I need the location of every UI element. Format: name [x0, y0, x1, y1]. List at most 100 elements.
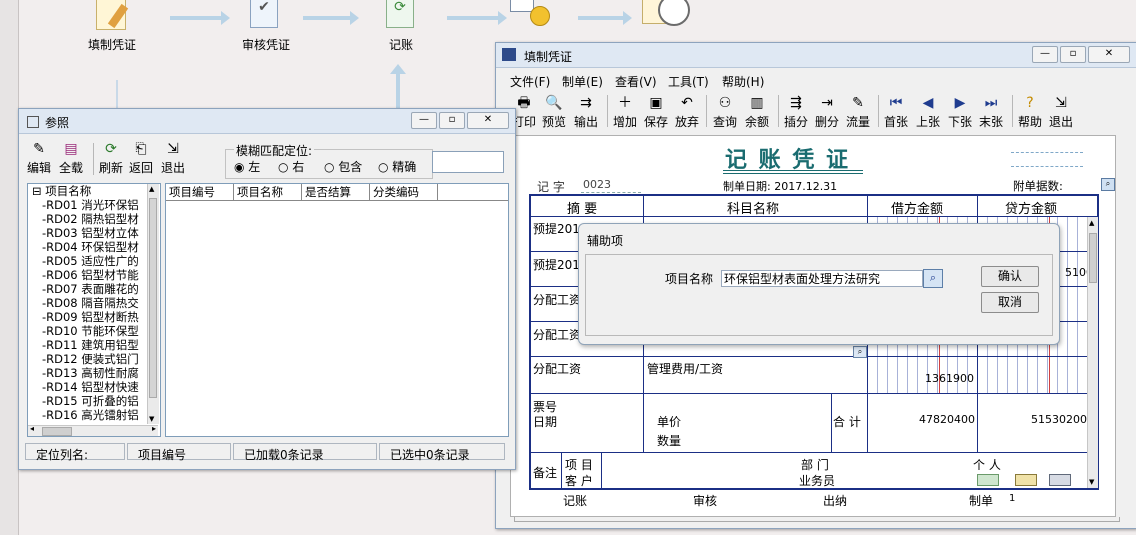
note-icon[interactable]: [977, 474, 999, 486]
tree-item[interactable]: -RD03 铝型材立体: [28, 226, 160, 240]
tree-item[interactable]: -RD04 环保铝型材: [28, 240, 160, 254]
voucher-date[interactable]: 制单日期: 2017.12.31: [723, 178, 837, 194]
query-button[interactable]: ⚇ 查询: [713, 95, 737, 130]
tree-item[interactable]: -RD10 节能环保型: [28, 324, 160, 338]
scroll-up-icon[interactable]: ▲: [1089, 219, 1094, 227]
row5-debit[interactable]: 1361900: [925, 372, 974, 385]
card-icon[interactable]: [1015, 474, 1037, 486]
menu-tools[interactable]: 工具(T): [668, 73, 709, 90]
radio-left[interactable]: ◉ 左: [234, 158, 260, 175]
row5-account[interactable]: 管理费用/工资: [647, 360, 723, 377]
post-ledger-icon: ⟳: [386, 0, 414, 28]
delete-line-button[interactable]: ⇥ 删分: [815, 95, 839, 130]
tree-item[interactable]: -RD14 铝型材快速: [28, 380, 160, 394]
tree-item[interactable]: -RD12 便装式铝门: [28, 352, 160, 366]
voucher-number[interactable]: 0023: [583, 178, 611, 191]
ref-loadall-button[interactable]: ▤ 全载: [59, 141, 83, 176]
last-record-button[interactable]: ⏭ 末张: [979, 95, 1003, 130]
menu-file[interactable]: 文件(F): [510, 73, 550, 90]
ref-refresh-button[interactable]: ⟳ 刷新: [99, 141, 123, 176]
menu-help[interactable]: 帮助(H): [722, 73, 764, 90]
add-doc-icon: ＋: [618, 95, 632, 111]
tree-item[interactable]: -RD06 铝型材节能: [28, 268, 160, 282]
grid-icon[interactable]: [1049, 474, 1071, 486]
confirm-button[interactable]: 确认: [981, 266, 1039, 287]
menu-view[interactable]: 查看(V): [615, 73, 657, 90]
project-lookup-icon[interactable]: ⌕: [923, 269, 943, 288]
save-button[interactable]: ▣ 保存: [644, 95, 668, 130]
refresh-icon: ⟳: [105, 141, 117, 157]
cashflow-button[interactable]: ✎ 流量: [846, 95, 870, 130]
tree-root[interactable]: ⊟ 项目名称: [28, 184, 160, 198]
tree-item[interactable]: -RD07 表面雕花的: [28, 282, 160, 296]
reference-window-title: 参照: [45, 116, 70, 130]
radio-right[interactable]: ○ 右: [278, 158, 304, 175]
row5-summary[interactable]: 分配工资: [533, 360, 581, 377]
tree-vscrollbar[interactable]: ▲ ▼: [147, 184, 159, 424]
radio-contains[interactable]: ○ 包含: [324, 158, 362, 175]
ref-exit-button[interactable]: ⇲ 退出: [161, 141, 185, 176]
ref-minimize-button[interactable]: —: [411, 112, 437, 129]
discard-button[interactable]: ↶ 放弃: [675, 95, 699, 130]
locate-input[interactable]: [432, 151, 504, 173]
grid-col-category[interactable]: 分类编码: [370, 184, 438, 200]
help-button[interactable]: ? 帮助: [1018, 95, 1042, 130]
add-button[interactable]: ＋增加: [613, 95, 637, 130]
tree-item[interactable]: -RD01 消光环保铝: [28, 198, 160, 212]
grid-col-name[interactable]: 项目名称: [234, 184, 302, 200]
tree-item[interactable]: -RD08 隔音隔热交: [28, 296, 160, 310]
maximize-button[interactable]: ▫: [1060, 46, 1086, 63]
ref-close-button[interactable]: ✕: [467, 112, 509, 129]
scroll-down-icon[interactable]: ▼: [1089, 478, 1094, 486]
account-lookup-icon[interactable]: ⌕: [853, 346, 867, 358]
aux-dialog-title: 辅助项: [587, 234, 624, 248]
voucher-window: 填制凭证 — ▫ ✕ 文件(F) 制单(E) 查看(V) 工具(T) 帮助(H)…: [495, 42, 1136, 529]
close-button[interactable]: ✕: [1088, 46, 1130, 63]
footer-maker: 制单: [969, 494, 994, 508]
tree-item[interactable]: -RD13 高韧性耐腐: [28, 366, 160, 380]
cancel-button[interactable]: 取消: [981, 292, 1039, 313]
attach-search-icon[interactable]: ⌕: [1101, 178, 1115, 191]
voucher-window-icon: [502, 48, 516, 61]
exit-button[interactable]: ⇲ 退出: [1049, 95, 1073, 130]
ref-edit-button[interactable]: ✎ 编辑: [27, 141, 51, 176]
first-record-button[interactable]: ⏮ 首张: [884, 95, 908, 130]
total-credit: 51530200: [1031, 413, 1087, 426]
balance-button[interactable]: ▥ 余额: [745, 95, 769, 130]
tree-item[interactable]: -RD15 可折叠的铝: [28, 394, 160, 408]
tree-item[interactable]: -RD05 适应性广的: [28, 254, 160, 268]
preview-button[interactable]: 🔍 预览: [542, 95, 566, 130]
row3-summary[interactable]: 分配工资: [533, 291, 581, 308]
tree-item[interactable]: -RD11 建筑用铝型: [28, 338, 160, 352]
tree-hscrollbar[interactable]: ◂ ▸: [28, 424, 158, 436]
heading-underline: [723, 170, 863, 171]
ref-maximize-button[interactable]: ▫: [439, 112, 465, 129]
clock-icon[interactable]: [640, 0, 696, 28]
grid-col-settled[interactable]: 是否结算: [302, 184, 370, 200]
flow-arrow-4: [578, 11, 632, 25]
flow-step-fill-voucher[interactable]: 填制凭证: [88, 0, 150, 52]
flow-step-review-voucher[interactable]: ✔ 审核凭证: [240, 0, 300, 52]
row4-summary[interactable]: 分配工资: [533, 326, 581, 343]
project-name-field[interactable]: [721, 270, 923, 287]
voucher-scrollbar[interactable]: ▲ ▼: [1087, 217, 1098, 488]
tree-item[interactable]: -RD16 高光镭射铝: [28, 408, 160, 422]
first-icon: ⏮: [889, 95, 903, 111]
radio-exact[interactable]: ○ 精确: [378, 158, 416, 175]
next-record-button[interactable]: ▶ 下张: [948, 95, 972, 130]
tree-item[interactable]: -RD02 隔热铝型材: [28, 212, 160, 226]
menu-edit[interactable]: 制单(E): [562, 73, 603, 90]
tree-item[interactable]: -RD09 铝型材断热: [28, 310, 160, 324]
insert-line-button[interactable]: ⇶ 插分: [784, 95, 808, 130]
load-all-icon: ▤: [64, 141, 78, 157]
scroll-thumb[interactable]: [1089, 233, 1097, 283]
floppy-icon: ▣: [649, 95, 663, 111]
ref-return-button[interactable]: ⎗ 返回: [129, 141, 153, 176]
export-button[interactable]: ⇉ 输出: [574, 95, 598, 130]
calc-coin-icon[interactable]: [510, 0, 550, 28]
minimize-button[interactable]: —: [1032, 46, 1058, 63]
heading-underline-2: [723, 173, 863, 174]
prev-record-button[interactable]: ◀ 上张: [916, 95, 940, 130]
grid-col-code[interactable]: 项目编号: [166, 184, 234, 200]
flow-step-post[interactable]: ⟳ 记账: [380, 0, 430, 52]
